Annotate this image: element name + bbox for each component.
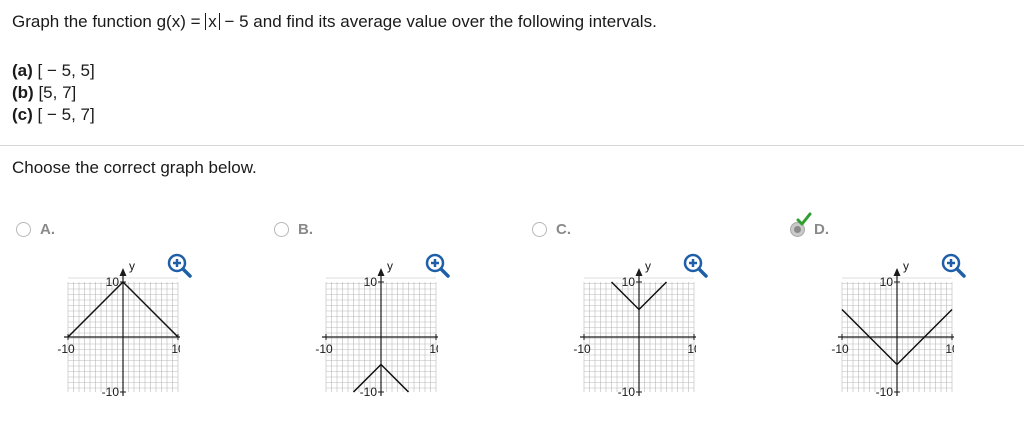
y-axis-label: y (645, 259, 651, 273)
y-axis-arrow (377, 268, 385, 276)
question-text: Graph the function g(x) = x − 5 and find… (12, 12, 657, 32)
y-axis-arrow (635, 268, 643, 276)
part-b: (b) [5, 7] (12, 82, 95, 104)
y-max-label: 10 (622, 275, 636, 289)
radio-button[interactable] (274, 222, 289, 237)
option-d[interactable]: D.y10-10x-1010 (786, 212, 1024, 418)
y-min-label: -10 (102, 385, 120, 399)
function-graph: y10-10x-1010 (573, 259, 696, 399)
checkmark-icon (796, 212, 812, 226)
y-axis-arrow (119, 268, 127, 276)
x-max-label: 10 (687, 342, 696, 356)
question-parts: (a) [ − 5, 5] (b) [5, 7] (c) [ − 5, 7] (12, 60, 95, 126)
x-min-label: -10 (573, 342, 591, 356)
absolute-value: x (205, 13, 220, 30)
instruction-text: Choose the correct graph below. (12, 158, 257, 177)
option-letter: D. (814, 221, 829, 238)
option-letter: A. (40, 221, 55, 238)
x-max-label: 10 (429, 342, 438, 356)
option-letter: C. (556, 221, 571, 238)
y-max-label: 10 (880, 275, 894, 289)
part-interval: [5, 7] (38, 83, 77, 102)
part-label: (c) (12, 105, 33, 124)
x-min-label: -10 (315, 342, 333, 356)
part-label: (b) (12, 83, 34, 102)
option-b[interactable]: B.y10-10x-1010 (270, 218, 510, 418)
part-interval: [ − 5, 7] (37, 105, 95, 124)
function-graph: y10-10x-1010 (57, 259, 180, 399)
x-max-label: 10 (171, 342, 180, 356)
option-c[interactable]: C.y10-10x-1010 (528, 218, 768, 418)
y-min-label: -10 (360, 385, 378, 399)
x-min-label: -10 (57, 342, 75, 356)
y-axis-arrow (893, 268, 901, 276)
function-graph: y10-10x-1010 (831, 259, 954, 399)
y-min-label: -10 (876, 385, 894, 399)
part-c: (c) [ − 5, 7] (12, 104, 95, 126)
y-min-label: -10 (618, 385, 636, 399)
function-graph: y10-10x-1010 (315, 259, 438, 399)
y-max-label: 10 (364, 275, 378, 289)
y-axis-label: y (903, 259, 909, 273)
radio-button[interactable] (16, 222, 31, 237)
y-axis-label: y (129, 259, 135, 273)
option-letter: B. (298, 221, 313, 238)
question-prefix: Graph the function g(x) = (12, 12, 206, 31)
question-suffix: − 5 and find its average value over the … (219, 12, 657, 31)
option-a[interactable]: A.y10-10x-1010 (12, 218, 252, 418)
radio-button[interactable] (532, 222, 547, 237)
x-min-label: -10 (831, 342, 849, 356)
part-label: (a) (12, 61, 33, 80)
abs-inner: x (208, 12, 217, 31)
part-a: (a) [ − 5, 5] (12, 60, 95, 82)
y-axis-label: y (387, 259, 393, 273)
divider (0, 145, 1024, 146)
x-max-label: 10 (945, 342, 954, 356)
part-interval: [ − 5, 5] (37, 61, 95, 80)
